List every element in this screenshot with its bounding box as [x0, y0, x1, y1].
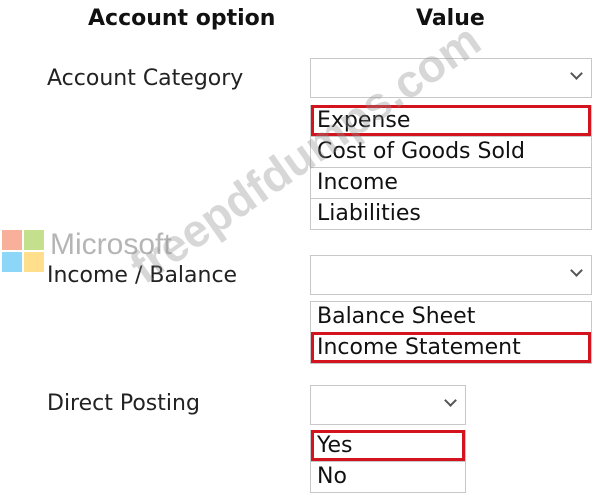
option-balance-sheet[interactable]: Balance Sheet [311, 301, 591, 332]
option-cost-of-goods-sold[interactable]: Cost of Goods Sold [311, 136, 591, 167]
microsoft-logo-icon [2, 230, 46, 274]
option-yes[interactable]: Yes [311, 430, 465, 461]
chevron-down-icon[interactable] [570, 264, 583, 277]
account-option-header: Account option [88, 6, 276, 31]
option-no[interactable]: No [311, 461, 465, 492]
option-liabilities[interactable]: Liabilities [311, 198, 591, 229]
income-balance-options: Balance Sheet Income Statement [310, 301, 592, 364]
account-category-dropdown[interactable] [310, 58, 592, 98]
chevron-down-icon[interactable] [444, 394, 457, 407]
direct-posting-label: Direct Posting [47, 391, 200, 416]
account-category-options: Expense Cost of Goods Sold Income Liabil… [310, 105, 592, 230]
income-balance-dropdown[interactable] [310, 255, 592, 295]
option-income-statement[interactable]: Income Statement [311, 332, 591, 363]
microsoft-watermark: Microsoft [50, 228, 172, 261]
option-expense[interactable]: Expense [311, 105, 591, 136]
option-income[interactable]: Income [311, 167, 591, 198]
value-header: Value [416, 6, 485, 31]
income-balance-label: Income / Balance [47, 263, 238, 288]
account-category-label: Account Category [47, 66, 244, 91]
chevron-down-icon[interactable] [570, 67, 583, 80]
direct-posting-dropdown[interactable] [310, 385, 466, 425]
direct-posting-options: Yes No [310, 430, 466, 493]
